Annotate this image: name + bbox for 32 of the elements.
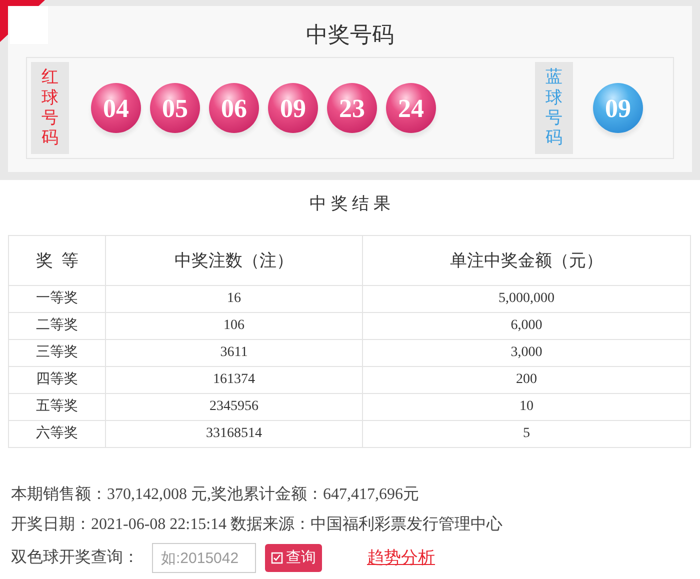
query-button[interactable]: 查询 [265, 544, 322, 572]
table-cell: 三等奖 [8, 340, 106, 366]
table-cell: 一等奖 [8, 286, 106, 312]
table-cell: 200 [362, 366, 690, 394]
table-cell: 5 [362, 420, 690, 448]
table-cell: 6,000 [362, 312, 690, 340]
table-cell: 10 [362, 394, 690, 420]
column-header: 中奖注数（注） [106, 236, 362, 286]
query-label: 双色球开奖查询： [11, 548, 139, 568]
check-icon [271, 552, 283, 564]
table-cell: 3611 [106, 340, 362, 366]
info-text: 开奖日期：2021-06-08 22:15:14 数据来源：中国福利彩票发行管理中心 [11, 515, 504, 534]
info-text: 本期销售额：370,142,008 元,奖池累计金额：647,417,696元 [11, 485, 420, 504]
column-header: 单注中奖金额（元） [362, 236, 690, 286]
table-cell: 33168514 [106, 420, 362, 448]
table-cell: 四等奖 [8, 366, 106, 394]
section-title: 中奖号码 [305, 21, 395, 49]
ball-label: 蓝球号码 [535, 62, 573, 154]
table-cell: 五等奖 [8, 394, 106, 420]
ball-label: 红球号码 [31, 62, 69, 154]
table-cell: 六等奖 [8, 420, 106, 448]
table-cell: 5,000,000 [362, 286, 690, 312]
table-cell: 3,000 [362, 340, 690, 366]
column-header: 奖 等 [8, 236, 106, 286]
table-cell: 二等奖 [8, 312, 106, 340]
table-cell: 2345956 [106, 394, 362, 420]
issue-input-field[interactable]: 如:2015042 [152, 543, 256, 573]
table-cell: 161374 [106, 366, 362, 394]
results-title: 中 奖 结 果 [308, 193, 392, 215]
table-cell: 16 [106, 286, 362, 312]
trend-analysis-link[interactable]: 趋势分析 [367, 545, 435, 571]
table-cell: 106 [106, 312, 362, 340]
